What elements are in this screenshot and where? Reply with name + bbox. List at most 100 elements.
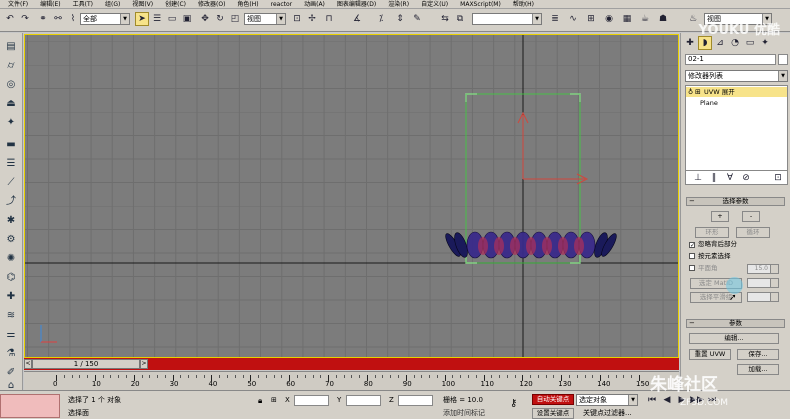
key-mode-dropdown[interactable]: 选定对象 ▼	[576, 394, 638, 406]
wrench-icon[interactable]: ✱	[3, 213, 19, 228]
motion-tab-icon[interactable]: ◔	[728, 36, 742, 50]
menu-file[interactable]: 文件(F)	[2, 0, 34, 9]
key-icon[interactable]: ⚷	[510, 399, 517, 409]
menu-character[interactable]: 角色(H)	[231, 0, 264, 9]
lightbulb-icon[interactable]: ♁	[688, 87, 693, 97]
lock-icon[interactable]: 🔒︎	[258, 396, 262, 405]
box-icon[interactable]: ▤	[3, 39, 19, 54]
rollout-selection-params[interactable]: − 选择参数	[686, 197, 785, 206]
maxscript-listener[interactable]	[0, 394, 60, 418]
spinner-arrows-icon[interactable]	[770, 265, 778, 273]
auto-key-button[interactable]: 自动关键点	[532, 394, 574, 405]
ring-button[interactable]: 环形	[695, 227, 729, 238]
menu-rendering[interactable]: 渲染(R)	[382, 0, 415, 9]
time-slider-next[interactable]: >	[140, 359, 148, 369]
prev-frame-icon[interactable]: ◀	[660, 393, 674, 407]
wave-icon[interactable]: ≋	[3, 308, 19, 323]
object-color-swatch[interactable]	[778, 54, 788, 65]
scale-icon[interactable]: ◰	[228, 12, 242, 26]
link-icon[interactable]: ⚭	[36, 12, 50, 26]
pin-stack-icon[interactable]: ⊥	[691, 171, 705, 185]
menu-modifiers[interactable]: 修改器(O)	[192, 0, 231, 9]
rollout-parameters[interactable]: − 参数	[686, 319, 785, 328]
go-to-start-icon[interactable]: ⏮	[645, 393, 659, 407]
selection-filter-dropdown[interactable]: 全部 ▼	[80, 13, 130, 25]
loop-button[interactable]: 循环	[736, 227, 770, 238]
key-filters-button[interactable]: 关键点过滤器...	[583, 409, 632, 418]
smoothing-spinner[interactable]	[747, 292, 779, 302]
menu-graph-editors[interactable]: 图表编辑器(D)	[331, 0, 382, 9]
create-tab-icon[interactable]: ✚	[683, 36, 697, 50]
time-slider-prev[interactable]: <	[24, 359, 32, 369]
time-slider-thumb[interactable]: 1 / 150	[32, 359, 140, 369]
set-key-button[interactable]: 设置关键点	[532, 408, 574, 419]
menu-edit[interactable]: 编辑(E)	[34, 0, 66, 9]
configure-sets-icon[interactable]: ⊡	[771, 171, 785, 185]
menu-tools[interactable]: 工具(T)	[67, 0, 99, 9]
star-icon[interactable]: ✦	[3, 115, 19, 130]
named-selection-dropdown[interactable]: ▼	[472, 13, 542, 25]
display-tab-icon[interactable]: ▭	[743, 36, 757, 50]
ignore-backfaces-checkbox[interactable]: ✓ 忽略背后部分	[689, 240, 737, 249]
reset-uvw-button[interactable]: 重置 UVW	[689, 349, 731, 360]
expand-icon[interactable]: ⊞	[695, 87, 701, 97]
ref-coord-dropdown[interactable]: 视图 ▼	[244, 13, 286, 25]
pivot-icon[interactable]: ⊡	[290, 12, 304, 26]
menu-customize[interactable]: 自定义(U)	[415, 0, 454, 9]
x-coordinate-field[interactable]	[294, 395, 329, 406]
snap3d-icon[interactable]: ⊓	[322, 12, 336, 26]
undo-icon[interactable]: ↶	[3, 12, 17, 26]
menu-views[interactable]: 视图(V)	[126, 0, 159, 9]
menu-maxscript[interactable]: MAXScript(M)	[454, 0, 507, 9]
move-icon[interactable]: ✥	[198, 12, 212, 26]
object-name-field[interactable]: 02-1	[685, 54, 776, 65]
unlink-icon[interactable]: ⚯	[51, 12, 65, 26]
spinner-arrows-icon[interactable]	[770, 293, 778, 301]
light-icon[interactable]: ✺	[3, 251, 19, 266]
spinner-snap-icon[interactable]: ⇕	[393, 12, 407, 26]
select-name-icon[interactable]: ☰	[150, 12, 164, 26]
curve-icon[interactable]: ∿	[566, 12, 580, 26]
helper-icon[interactable]: ✚	[3, 289, 19, 304]
modify-tab-icon[interactable]: ◗	[698, 36, 712, 50]
schematic-icon[interactable]: ⊞	[584, 12, 598, 26]
modifier-list-dropdown[interactable]: 修改器列表 ▼	[685, 70, 788, 82]
redo-icon[interactable]: ↷	[18, 12, 32, 26]
camera-icon[interactable]: ⌬	[3, 270, 19, 285]
show-end-icon[interactable]: ‖	[707, 171, 721, 185]
layer-icon[interactable]: ≣	[548, 12, 562, 26]
cone-icon[interactable]: ⏏	[3, 96, 19, 111]
menu-help[interactable]: 帮助(H)	[507, 0, 540, 9]
select-by-element-checkbox[interactable]: 按元素选择	[689, 252, 731, 261]
z-coordinate-field[interactable]	[398, 395, 433, 406]
pipe-icon[interactable]: ⟋	[3, 175, 19, 190]
stack-item-uvw-unwrap[interactable]: ♁ ⊞ UVW 展开	[686, 87, 787, 97]
add-time-tag[interactable]: 添加时间标记	[443, 409, 485, 418]
rotate-icon[interactable]: ↻	[213, 12, 227, 26]
load-button[interactable]: 加载...	[737, 364, 779, 375]
menu-create[interactable]: 创建(C)	[159, 0, 192, 9]
menu-reactor[interactable]: reactor	[265, 0, 299, 9]
system-icon[interactable]: ⚗	[3, 346, 19, 361]
matid-spinner[interactable]	[747, 278, 779, 288]
make-unique-icon[interactable]: ∀	[723, 171, 737, 185]
path-icon[interactable]: ⤴	[3, 194, 19, 209]
layers-icon[interactable]: ☰	[3, 156, 19, 171]
grow-button[interactable]: +	[711, 211, 729, 222]
remove-modifier-icon[interactable]: ⊘	[739, 171, 753, 185]
sphere-icon[interactable]: ◎	[3, 77, 19, 92]
select-icon[interactable]: ➤	[135, 12, 149, 26]
window-icon[interactable]: ▣	[180, 12, 194, 26]
planar-angle-spinner[interactable]: 15.0	[747, 264, 779, 274]
menu-group[interactable]: 组(G)	[99, 0, 126, 9]
align-icon[interactable]: ⧉	[453, 12, 467, 26]
stack-item-plane[interactable]: Plane	[686, 98, 787, 108]
material-icon[interactable]: ◉	[602, 12, 616, 26]
percent-snap-icon[interactable]: ⁒	[374, 12, 388, 26]
named-sel-icon[interactable]: ✎	[410, 12, 424, 26]
mirror-icon[interactable]: ⇆	[438, 12, 452, 26]
render-setup-icon[interactable]: ▦	[620, 12, 634, 26]
menu-animation[interactable]: 动画(A)	[298, 0, 331, 9]
render-frame-icon[interactable]: ☗	[656, 12, 670, 26]
plane-icon[interactable]: ▬	[3, 137, 19, 152]
